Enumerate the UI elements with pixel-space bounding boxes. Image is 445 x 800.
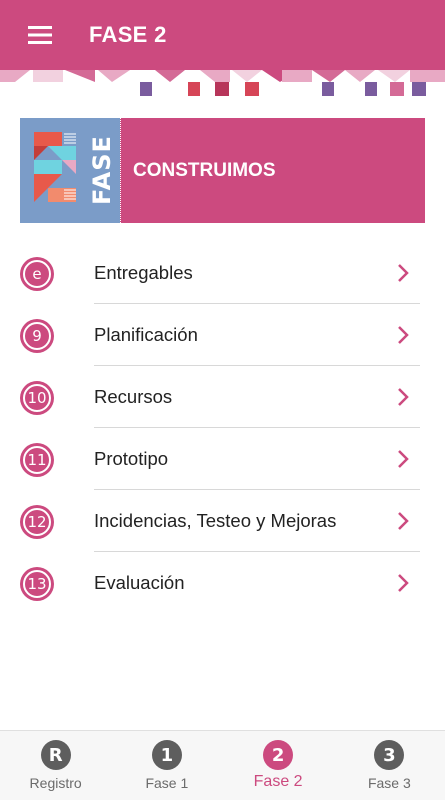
number-badge: 13 [20,567,54,601]
list-item-evaluacion[interactable]: 13 Evaluación [0,552,445,614]
fase-logo: FASE [20,118,120,223]
nav-tab-fase-1[interactable]: 1 Fase 1 [111,731,222,800]
number-badge: 10 [20,381,54,415]
number-badge: 12 [20,505,54,539]
number-badge: e [20,257,54,291]
banner-title: CONSTRUIMOS [133,159,276,181]
nav-tab-registro[interactable]: R Registro [0,731,111,800]
fase-logo-text: FASE [88,135,116,205]
hamburger-menu-icon [28,26,52,44]
number-badge: 11 [20,443,54,477]
section-list: e Entregables 9 Planificación 10 Recurso… [0,242,445,614]
nav-label: Fase 2 [253,773,303,790]
list-item-label: Recursos [94,386,173,407]
chevron-right-icon [398,512,409,530]
chevron-right-icon [398,264,409,282]
menu-button[interactable] [0,0,80,70]
list-item-label: Incidencias, Testeo y Mejoras [94,510,337,531]
chevron-right-icon [398,450,409,468]
fase-3-icon: 3 [374,740,405,770]
list-item-planificacion[interactable]: 9 Planificación [0,304,445,366]
list-item-label: Planificación [94,324,198,345]
nav-label: Registro [29,775,82,791]
chevron-right-icon [398,326,409,344]
fase-2-icon: 2 [263,740,294,770]
nav-label: Fase 1 [145,775,189,791]
app-bar: FASE 2 [0,0,445,70]
list-item-prototipo[interactable]: 11 Prototipo [0,428,445,490]
phase-banner: FASE CONSTRUIMOS [20,118,425,223]
chevron-right-icon [398,574,409,592]
number-badge: 9 [20,319,54,353]
nav-label: Fase 3 [367,775,411,791]
decorative-pattern [0,70,445,96]
list-item-incidencias[interactable]: 12 Incidencias, Testeo y Mejoras [0,490,445,552]
list-item-label: Evaluación [94,572,185,593]
bottom-navigation: R Registro 1 Fase 1 2 Fase 2 3 Fase 3 [0,730,445,800]
registro-icon: R [40,740,71,770]
list-item-recursos[interactable]: 10 Recursos [0,366,445,428]
fase-1-icon: 1 [151,740,182,770]
list-item-entregables[interactable]: e Entregables [0,242,445,304]
nav-tab-fase-2[interactable]: 2 Fase 2 [223,731,334,800]
list-item-label: Entregables [94,262,193,283]
page-title: FASE 2 [89,22,167,47]
chevron-right-icon [398,388,409,406]
list-item-label: Prototipo [94,448,169,469]
nav-tab-fase-3[interactable]: 3 Fase 3 [334,731,445,800]
